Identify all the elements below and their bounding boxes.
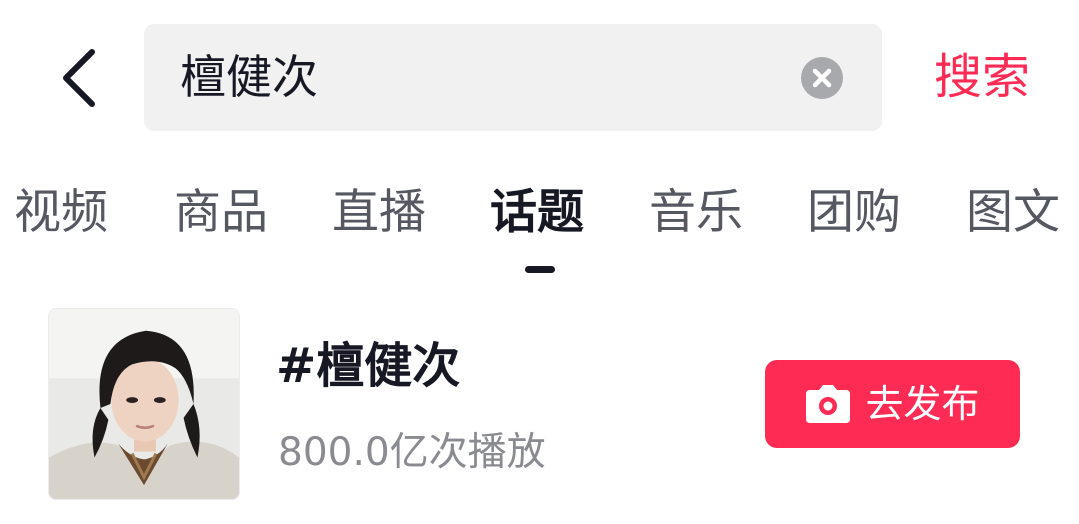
tab-music[interactable]: 音乐 [649,180,743,246]
tab-products[interactable]: 商品 [174,180,268,246]
chevron-left-icon [63,49,95,107]
topic-avatar[interactable] [48,308,240,500]
tab-live[interactable]: 直播 [332,180,426,246]
search-box [144,24,882,131]
clear-circle-icon [801,57,843,99]
camera-icon [805,384,851,424]
tab-group-buy[interactable]: 团购 [807,180,901,246]
active-tab-indicator [525,266,555,273]
topic-title[interactable]: #檀健次 [276,334,460,398]
publish-button-label: 去发布 [865,382,980,426]
clear-search-button[interactable] [801,57,843,99]
back-button[interactable] [52,42,108,114]
publish-button[interactable]: 去发布 [765,360,1020,448]
person-photo [49,309,239,499]
search-button[interactable]: 搜索 [922,44,1042,110]
tab-topics[interactable]: 话题 [490,180,584,246]
topic-play-count: 800.0亿次播放 [278,430,546,475]
search-input[interactable] [180,24,780,131]
tab-image-text[interactable]: 图文 [966,180,1060,246]
tab-videos[interactable]: 视频 [14,180,108,246]
